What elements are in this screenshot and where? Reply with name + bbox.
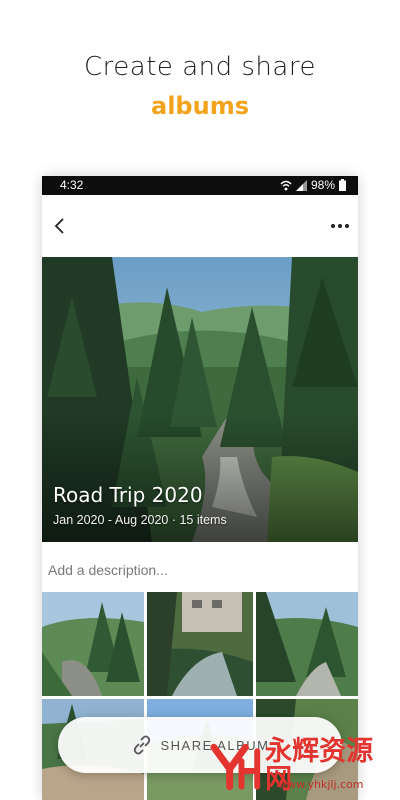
more-options-button[interactable]	[328, 215, 352, 237]
status-time: 4:32	[60, 178, 84, 192]
album-cover-photo[interactable]: Road Trip 2020 Jan 2020 - Aug 2020 · 15 …	[42, 257, 358, 542]
chevron-left-icon	[54, 218, 64, 234]
photo-image	[256, 592, 358, 696]
description-input[interactable]	[46, 555, 350, 585]
album-title: Road Trip 2020	[53, 483, 203, 507]
photo-image	[42, 592, 144, 696]
app-bar	[42, 195, 358, 257]
promo-title: Create and share	[84, 52, 316, 82]
link-icon	[133, 735, 150, 755]
photo-thumbnail[interactable]	[147, 592, 253, 696]
watermark-url: www.yhkjlj.com	[278, 778, 364, 791]
status-bar: 4:32 98%	[42, 176, 358, 195]
status-icons: 98%	[280, 178, 346, 192]
phone-screen: 4:32 98% Road Trip 2020 Jan 2020 - Aug 2…	[42, 176, 358, 800]
back-button[interactable]	[50, 214, 70, 238]
watermark: 永辉资源网 www.yhkjlj.com	[208, 738, 398, 794]
promo-accent-title: albums	[151, 92, 249, 120]
photo-image	[147, 592, 253, 696]
more-horizontal-icon	[331, 224, 349, 228]
photo-thumbnail[interactable]	[42, 592, 144, 696]
battery-percent: 98%	[310, 178, 335, 192]
photo-thumbnail[interactable]	[256, 592, 358, 696]
wifi-icon	[280, 180, 292, 190]
battery-icon	[339, 179, 346, 191]
watermark-logo	[210, 743, 261, 791]
album-meta: Jan 2020 - Aug 2020 · 15 items	[53, 513, 227, 527]
signal-icon	[295, 179, 307, 191]
